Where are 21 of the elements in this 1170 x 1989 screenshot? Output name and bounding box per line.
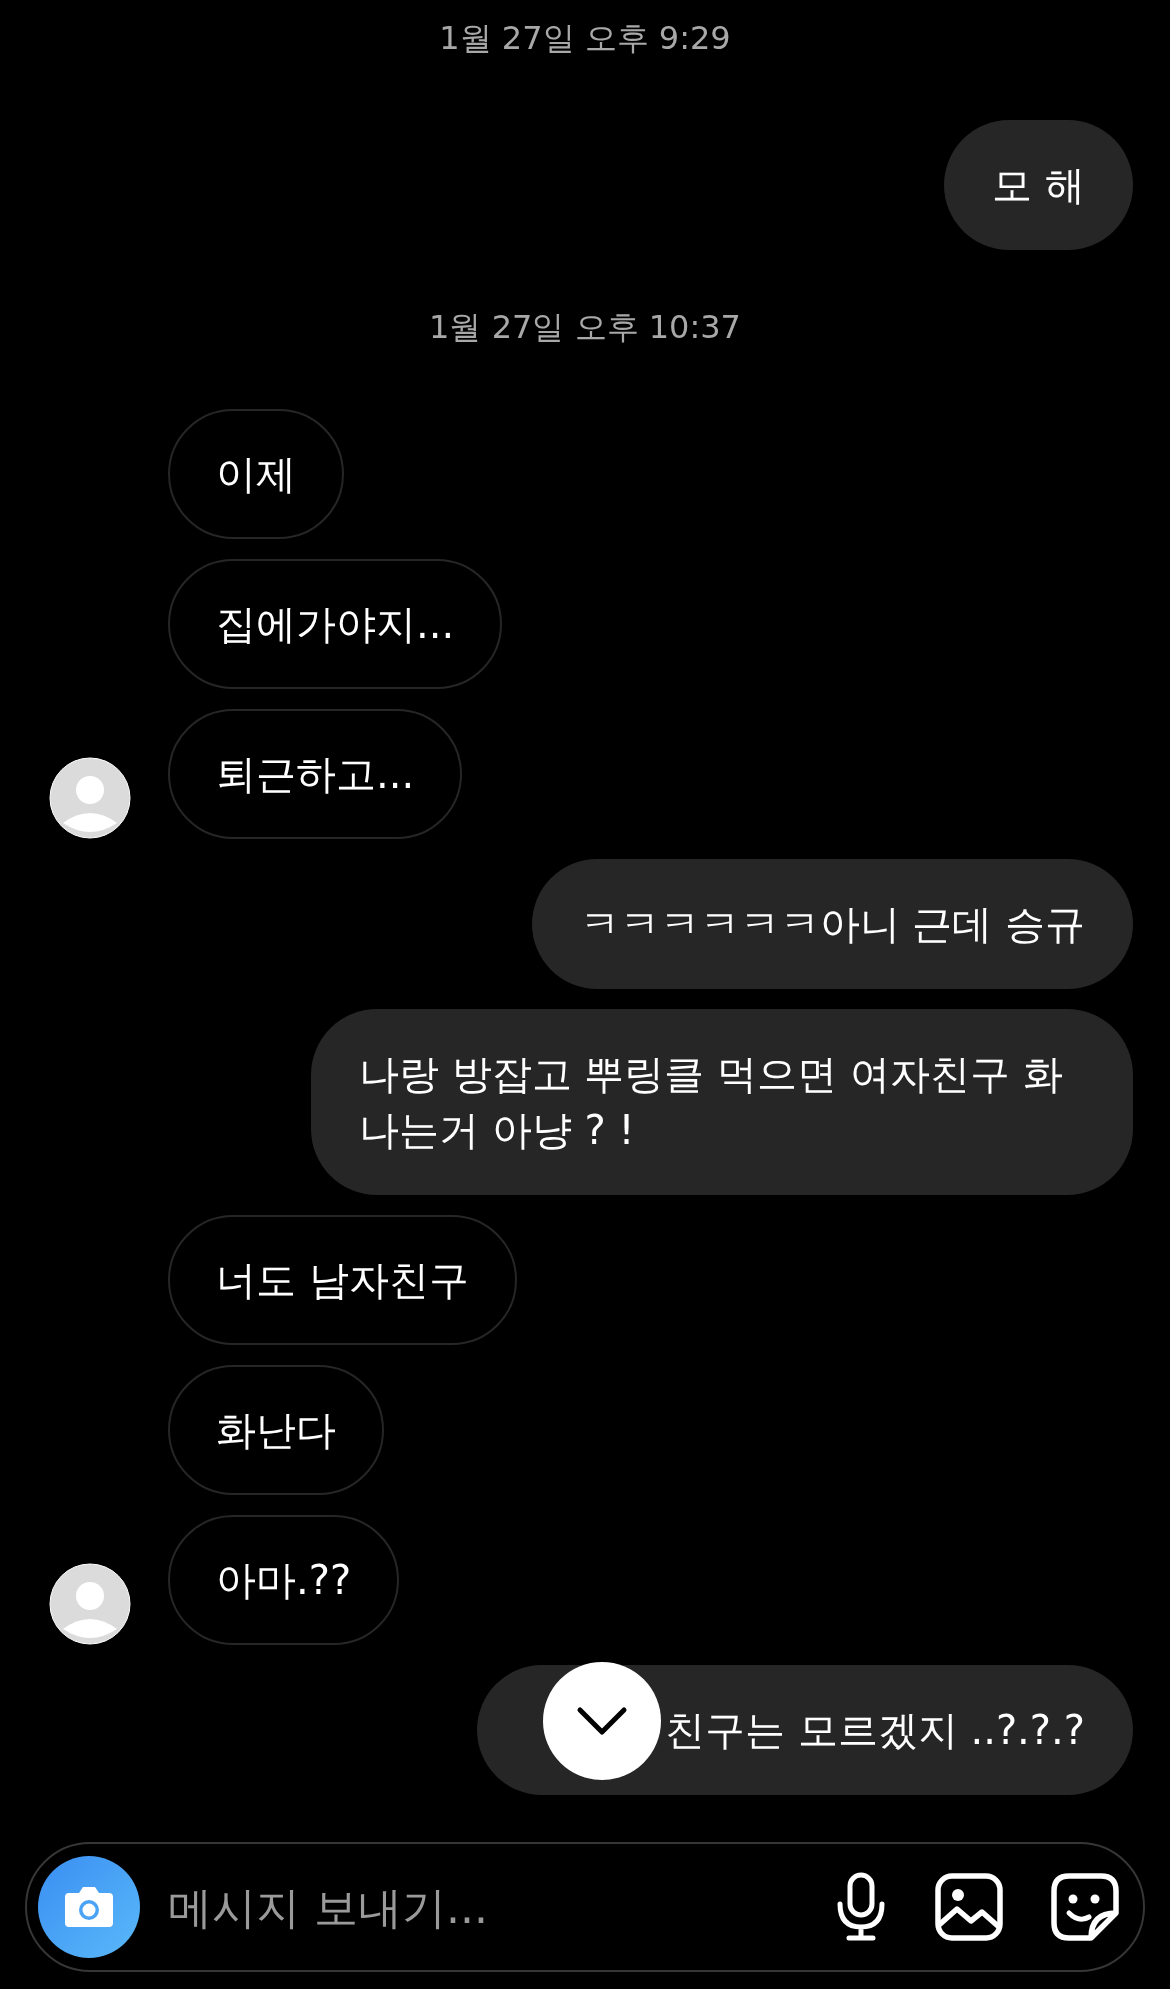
chevron-down-icon [576, 1706, 628, 1736]
message-text: 너도 남자친구 [216, 1257, 469, 1303]
message-text: 나랑 방잡고 뿌링클 먹으면 여자친구 화나는거 아냥 ? ! [359, 1051, 1063, 1153]
camera-button[interactable] [38, 1856, 140, 1958]
message-text: 화난다 [216, 1407, 336, 1453]
microphone-icon[interactable] [835, 1872, 887, 1942]
message-text: 모 해 [992, 162, 1085, 208]
camera-icon [63, 1885, 115, 1929]
message-text: 이제 [216, 451, 296, 497]
sticker-icon[interactable] [1051, 1873, 1119, 1941]
message-text: 퇴근하고... [216, 751, 415, 797]
avatar-icon[interactable] [49, 1563, 131, 1645]
message-text: 친구는 모르겠지 ..?.?.? [665, 1707, 1085, 1753]
message-text: ㅋㅋㅋㅋㅋㅋ아니 근데 승규 [579, 901, 1085, 947]
timestamp: 1월 27일 오후 9:29 [439, 18, 731, 58]
avatar-icon[interactable] [49, 757, 131, 839]
image-icon[interactable] [935, 1873, 1003, 1941]
message-text: 집에가야지... [216, 601, 455, 647]
message-input[interactable]: 메시지 보내기... [166, 1880, 787, 1934]
message-text: 아마.?? [216, 1557, 352, 1603]
timestamp: 1월 27일 오후 10:37 [429, 307, 741, 347]
